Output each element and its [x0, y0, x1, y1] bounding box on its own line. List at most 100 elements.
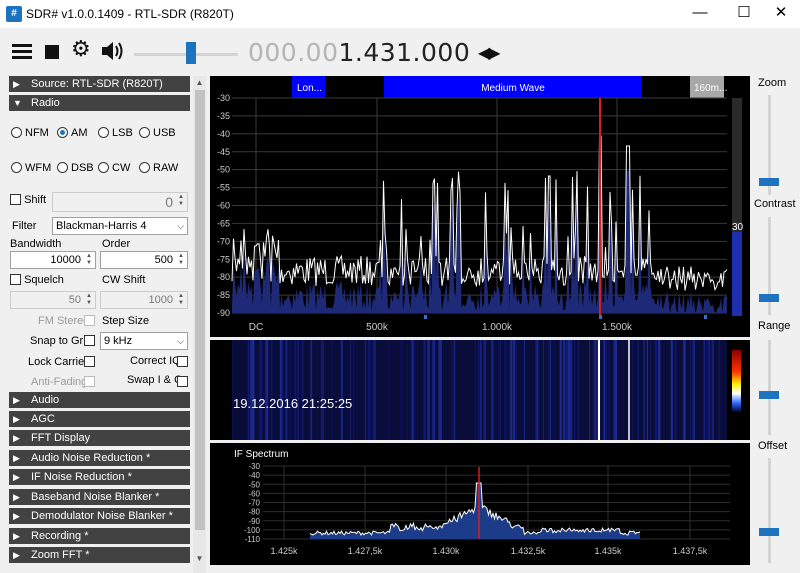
anti-fading-checkbox[interactable]	[84, 376, 95, 387]
waterfall-streak	[499, 340, 501, 440]
if-spectrum-display[interactable]: IF Spectrum -30 -40 -50 -60 -70 -80 -90 -100 -11…	[210, 443, 750, 565]
mode-cw-radio[interactable]: CW	[98, 162, 130, 174]
waterfall-streak	[352, 340, 355, 440]
radio-dot[interactable]	[98, 127, 109, 138]
mode-am-radio[interactable]: AM	[57, 127, 88, 139]
radio-dot[interactable]	[57, 162, 68, 173]
radio-dot[interactable]	[139, 162, 150, 173]
section-audio-noise-reduction[interactable]: ▶ Audio Noise Reduction *	[9, 450, 190, 466]
radio-dot-selected[interactable]	[57, 127, 68, 138]
swap-iq-checkbox-wrap[interactable]	[177, 376, 188, 388]
section-zoom-fft[interactable]: ▶ Zoom FFT *	[9, 547, 190, 563]
mode-nfm-radio[interactable]: NFM	[11, 127, 49, 139]
correct-iq-checkbox-wrap[interactable]	[177, 356, 188, 368]
frequency-display[interactable]: 000.001.431.000	[248, 38, 470, 67]
minimize-button[interactable]: —	[683, 2, 717, 24]
spectrum-fill	[232, 161, 727, 316]
mode-dsb-radio[interactable]: DSB	[57, 162, 94, 174]
offset-slider-thumb[interactable]	[759, 528, 779, 536]
waterfall-streak	[483, 340, 484, 440]
mode-lsb-radio[interactable]: LSB	[98, 127, 133, 139]
radio-dot[interactable]	[11, 162, 22, 173]
waterfall-streak	[282, 340, 284, 440]
waterfall-streak	[646, 340, 648, 440]
cw-shift-field[interactable]: 1000 ▲ ▼	[100, 291, 188, 309]
waterfall-streak	[592, 340, 594, 440]
section-if-noise-reduction[interactable]: ▶ IF Noise Reduction *	[9, 469, 190, 485]
range-slider-track[interactable]	[768, 340, 771, 435]
tune-arrows-icon[interactable]: ◀▶	[478, 43, 501, 63]
section-source[interactable]: ▶ Source: RTL-SDR (R820T)	[9, 76, 190, 92]
stop-icon[interactable]	[45, 45, 59, 59]
radio-dot[interactable]	[98, 162, 109, 173]
squelch-field[interactable]: 50 ▲ ▼	[10, 291, 96, 309]
db-scale: -30 -35 -40 -45 -50 -55 -60 -65 -70 -75 -80 -85 -90	[217, 93, 230, 318]
waterfall-streak	[423, 340, 426, 440]
mode-raw-radio[interactable]: RAW	[139, 162, 178, 174]
frequency-digits[interactable]: 1.431.000	[338, 38, 470, 67]
scrollbar-thumb[interactable]	[195, 90, 205, 530]
shift-checkbox[interactable]	[10, 194, 21, 205]
section-recording[interactable]: ▶ Recording *	[9, 528, 190, 544]
volume-slider-thumb[interactable]	[186, 42, 196, 64]
spinner-arrows-icon[interactable]: ▲ ▼	[176, 253, 186, 267]
waterfall-streak	[515, 340, 517, 440]
close-button[interactable]: ✕	[764, 2, 798, 24]
swap-iq-checkbox[interactable]	[177, 376, 188, 387]
waterfall-streak	[372, 340, 374, 440]
squelch-checkbox-row[interactable]: Squelch	[10, 274, 64, 286]
if-frequency-scale: 1.425k 1.427,5k 1.430k 1.432,5k 1.435k 1.437,…	[270, 546, 707, 556]
filter-select[interactable]: Blackman-Harris 4 ⌵	[52, 217, 188, 235]
offset-label: Offset	[758, 440, 788, 452]
spinner-arrows-icon[interactable]: ▲ ▼	[84, 253, 94, 267]
maximize-button[interactable]: ☐	[727, 2, 761, 24]
section-baseband-noise-blanker[interactable]: ▶ Baseband Noise Blanker *	[9, 489, 190, 505]
spectrum-analyzer[interactable]: Lon... Medium Wave 160m... -30 -35 -40 -45-…	[210, 76, 750, 337]
lock-carrier-checkbox-wrap[interactable]	[84, 356, 95, 368]
snap-to-grid-checkbox[interactable]	[84, 335, 95, 346]
order-field[interactable]: 500 ▲ ▼	[100, 251, 188, 269]
waterfall-streak	[524, 340, 525, 440]
scroll-down-icon[interactable]: ▼	[193, 554, 206, 566]
section-radio[interactable]: ▼ Radio	[9, 95, 190, 111]
waterfall-display[interactable]: 19.12.2016 21:25:25	[210, 340, 750, 440]
waterfall-streak	[649, 340, 651, 440]
lock-carrier-checkbox[interactable]	[84, 356, 95, 367]
range-label: Range	[758, 320, 791, 332]
offset-slider-track[interactable]	[768, 458, 771, 563]
anti-fading-checkbox-wrap[interactable]	[84, 376, 95, 388]
spinner-arrows-icon[interactable]: ▲ ▼	[176, 194, 186, 208]
radio-dot[interactable]	[11, 127, 22, 138]
fm-stereo-checkbox-wrap[interactable]	[84, 315, 95, 327]
toolbar: ⚙ 000.001.431.000 ◀▶	[0, 28, 800, 76]
shift-checkbox-row[interactable]: Shift	[10, 194, 46, 206]
contrast-slider-thumb[interactable]	[759, 294, 779, 302]
step-size-select[interactable]: 9 kHz ⌵	[100, 332, 188, 350]
zoom-slider-thumb[interactable]	[759, 178, 779, 186]
shift-field[interactable]: 0 ▲ ▼	[52, 192, 188, 212]
fm-stereo-checkbox[interactable]	[84, 315, 95, 326]
radio-dot[interactable]	[139, 127, 150, 138]
snap-checkbox-wrap[interactable]	[84, 335, 95, 347]
range-slider-thumb[interactable]	[759, 391, 779, 399]
section-agc[interactable]: ▶ AGC	[9, 411, 190, 427]
spinner-arrows-icon[interactable]: ▲ ▼	[84, 293, 94, 307]
mode-usb-radio[interactable]: USB	[139, 127, 176, 139]
correct-iq-checkbox[interactable]	[177, 356, 188, 367]
spinner-arrows-icon[interactable]: ▲ ▼	[176, 293, 186, 307]
section-demodulator-noise-blanker[interactable]: ▶ Demodulator Noise Blanker *	[9, 508, 190, 524]
mode-label: WFM	[25, 162, 52, 174]
scroll-up-icon[interactable]: ▲	[193, 78, 206, 90]
expand-arrow-icon: ▶	[13, 511, 20, 521]
frequency-leading-digits[interactable]: 000.00	[248, 38, 338, 67]
squelch-checkbox[interactable]	[10, 274, 21, 285]
bandwidth-field[interactable]: 10000 ▲ ▼	[10, 251, 96, 269]
section-fft-display[interactable]: ▶ FFT Display	[9, 430, 190, 446]
mode-wfm-radio[interactable]: WFM	[11, 162, 51, 174]
spectrum-trace	[231, 135, 728, 292]
waterfall-streak	[559, 340, 562, 440]
section-audio[interactable]: ▶ Audio	[9, 392, 190, 408]
speaker-icon[interactable]	[100, 40, 124, 65]
gear-icon[interactable]: ⚙	[71, 38, 91, 60]
hamburger-icon[interactable]	[12, 44, 32, 62]
